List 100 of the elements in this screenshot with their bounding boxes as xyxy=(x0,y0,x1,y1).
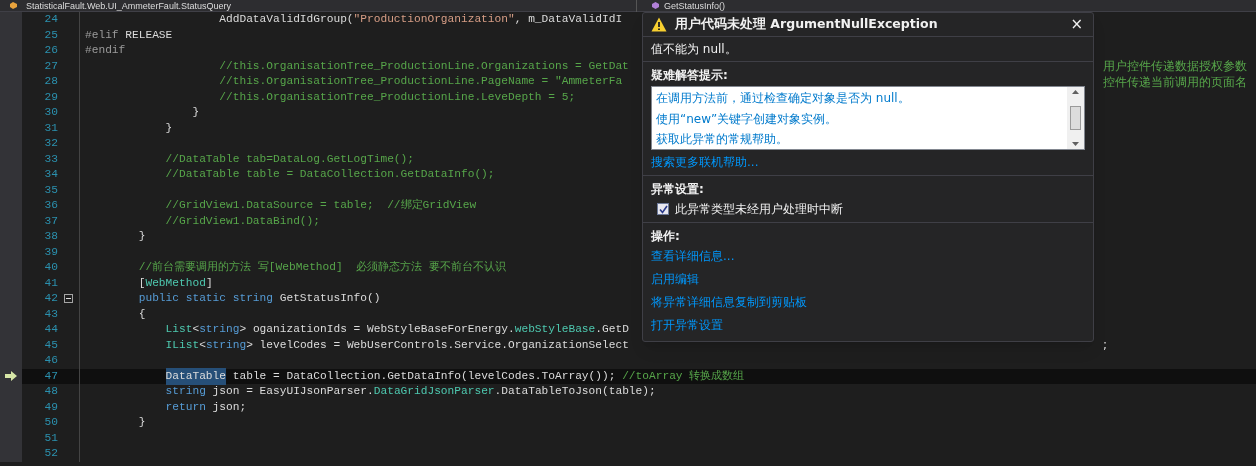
code-comment: //toArray 转换成数组 xyxy=(622,368,745,384)
code-text: } xyxy=(165,120,173,136)
code-comment: //GridView1.DataSource = table; //绑定GridView xyxy=(165,198,477,214)
code-comment: 用户控件传递数据授权参数 xyxy=(1103,58,1247,76)
action-link[interactable]: 打开异常设置 xyxy=(651,314,723,337)
code-text: > levelCodes = WebUserControls.Service.OrganizationSelect xyxy=(246,337,629,353)
line-number: 49 xyxy=(43,399,58,415)
line-number: 46 xyxy=(43,353,58,369)
code-text: GetStatusInfo() xyxy=(279,291,381,307)
tip-link[interactable]: 获取此异常的常规帮助。 xyxy=(656,129,1063,150)
collapse-icon[interactable] xyxy=(64,294,73,304)
code-text: json; xyxy=(212,399,247,415)
line-number: 27 xyxy=(43,58,58,74)
line-number: 50 xyxy=(43,415,58,431)
type-name-text: List xyxy=(165,322,193,338)
line-number: 45 xyxy=(43,337,58,353)
line-number: 29 xyxy=(43,89,58,105)
code-text: ] xyxy=(205,275,213,291)
scroll-down-icon[interactable] xyxy=(1072,142,1079,146)
section-heading: 异常设置: xyxy=(651,181,705,198)
checkbox-label[interactable]: 此异常类型未经用户处理时中断 xyxy=(675,200,843,218)
string-literal: "ProductionOrganization" xyxy=(353,12,515,28)
code-text: table = DataCollection.GetDataInfo(levelCodes.ToArray()); xyxy=(232,368,616,384)
keyword-text: public static string xyxy=(138,291,273,307)
code-text: .DataTableToJson(table); xyxy=(494,384,656,400)
code-text: < xyxy=(199,337,206,353)
tip-link[interactable]: 使用“new”关键字创建对象实例。 xyxy=(656,108,1063,129)
popup-title: 用户代码未处理 ArgumentNullException xyxy=(675,15,939,34)
scrollbar[interactable] xyxy=(1067,87,1084,149)
line-number: 24 xyxy=(43,12,58,28)
member-dropdown[interactable]: GetStatusInfo() xyxy=(664,0,726,12)
line-number: 44 xyxy=(43,322,58,338)
type-name-text: DataGridJsonParser xyxy=(373,384,495,400)
preprocessor-directive: #elif xyxy=(85,27,119,43)
line-number: 25 xyxy=(43,27,58,43)
keyword-text: string xyxy=(205,337,247,353)
type-name-text: WebMethod xyxy=(145,275,206,291)
line-number: 34 xyxy=(43,167,58,183)
class-icon xyxy=(8,1,18,10)
keyword-text: return xyxy=(165,399,206,415)
checkbox[interactable] xyxy=(657,203,669,215)
code-text: < xyxy=(192,322,200,338)
code-comment: //this.OrganisationTree_ProductionLine.LeveDepth = 5; xyxy=(219,89,576,105)
type-name-text: IList xyxy=(165,337,200,353)
code-text: AddDataValidIdGroup( xyxy=(219,12,354,28)
code-text: ; xyxy=(1103,337,1108,355)
code-text: } xyxy=(138,229,146,245)
search-help-link[interactable]: 搜索更多联机帮助... xyxy=(651,153,759,171)
code-text: RELEASE xyxy=(125,27,173,43)
scroll-up-icon[interactable] xyxy=(1072,90,1079,94)
code-comment: //this.OrganisationTree_ProductionLine.PageName = "AmmeterFa xyxy=(219,74,623,90)
preprocessor-directive: #endif xyxy=(85,43,126,59)
line-number: 31 xyxy=(43,120,58,136)
code-text: json = EasyUIJsonParser. xyxy=(212,384,374,400)
section-heading: 疑难解答提示: xyxy=(651,67,729,84)
selected-code-text: DataTable xyxy=(165,367,226,385)
action-link[interactable]: 查看详细信息... xyxy=(651,245,735,268)
line-number: 40 xyxy=(43,260,58,276)
code-text: } xyxy=(192,105,200,121)
execution-arrow-icon xyxy=(5,371,17,382)
line-number: 37 xyxy=(43,213,58,229)
line-number: 42 xyxy=(43,291,58,307)
code-comment: //前台需要调用的方法 写[WebMethod] 必须静态方法 要不前台不认识 xyxy=(138,260,506,276)
warning-icon xyxy=(651,17,667,32)
method-icon xyxy=(651,1,660,10)
code-comment: //DataTable tab=DataLog.GetLogTime(); xyxy=(165,151,414,167)
line-number: 35 xyxy=(43,182,58,198)
close-button[interactable]: × xyxy=(1068,17,1085,32)
checkmark-icon xyxy=(658,204,668,214)
line-number: 52 xyxy=(43,446,58,462)
line-number: 33 xyxy=(43,151,58,167)
line-number: 36 xyxy=(43,198,58,214)
code-text: { xyxy=(138,306,146,322)
line-number: 38 xyxy=(43,229,58,245)
line-number: 41 xyxy=(43,275,58,291)
code-text: > oganizationIds = WebStyleBaseForEnergy. xyxy=(239,322,515,338)
code-comment: //GridView1.DataBind(); xyxy=(165,213,320,229)
action-link[interactable]: 启用编辑 xyxy=(651,268,699,291)
class-dropdown[interactable]: StatisticalFault.Web.UI_AmmeterFault.StatusQuery xyxy=(26,0,636,12)
code-text: , m_DataValidIdI xyxy=(514,12,623,28)
line-number: 39 xyxy=(43,244,58,260)
line-number: 26 xyxy=(43,43,58,59)
keyword-text: string xyxy=(165,384,206,400)
line-number: 28 xyxy=(43,74,58,90)
code-text: } xyxy=(138,415,146,431)
keyword-text: string xyxy=(199,322,240,338)
line-number: 48 xyxy=(43,384,58,400)
code-text: .GetD xyxy=(595,322,629,338)
line-number: 47 xyxy=(43,368,58,384)
line-number: 30 xyxy=(43,105,58,121)
section-heading: 操作: xyxy=(651,228,680,245)
action-link[interactable]: 将异常详细信息复制到剪贴板 xyxy=(651,291,807,314)
line-number: 32 xyxy=(43,136,58,152)
line-number: 51 xyxy=(43,430,58,446)
code-comment: //this.OrganisationTree_ProductionLine.Organizations = GetDat xyxy=(219,58,629,74)
code-text: [ xyxy=(138,275,146,291)
tip-link[interactable]: 在调用方法前，通过检查确定对象是否为 null。 xyxy=(656,88,1063,109)
exception-message: 值不能为 null。 xyxy=(651,42,737,56)
type-name-text: webStyleBase xyxy=(514,322,596,338)
line-number: 43 xyxy=(43,306,58,322)
